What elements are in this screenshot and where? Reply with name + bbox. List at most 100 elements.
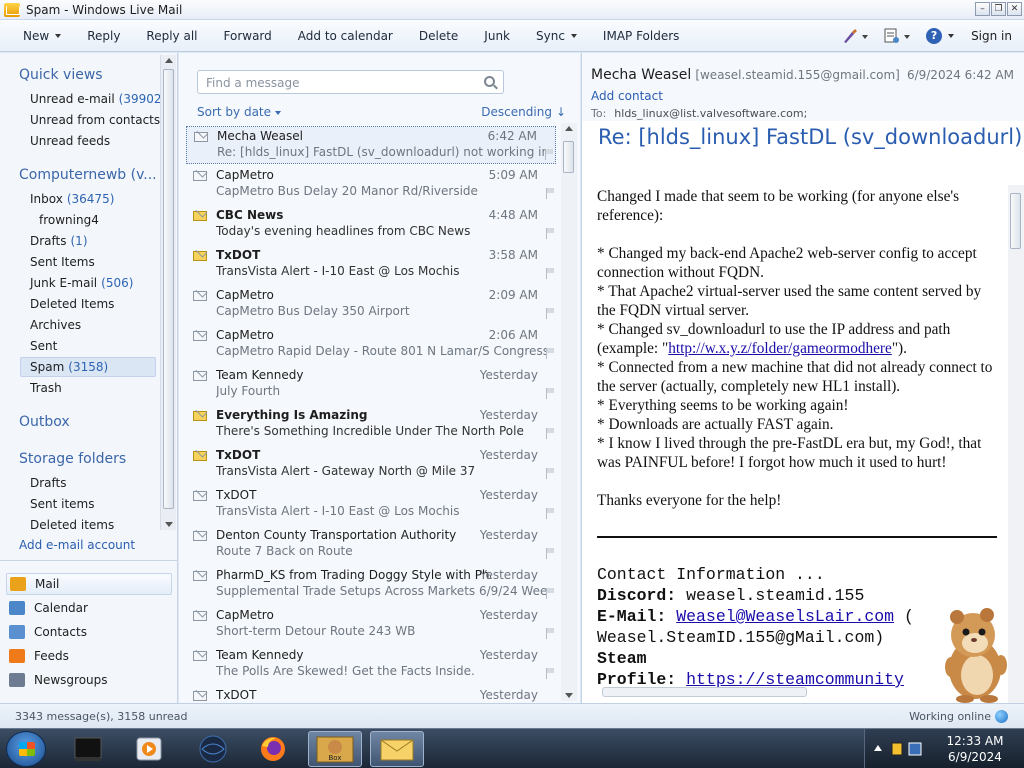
minimize-button[interactable]: – [975, 2, 990, 16]
flag-icon[interactable] [545, 428, 555, 439]
app-newsgroups[interactable]: Newsgroups [6, 669, 172, 691]
reply-button[interactable]: Reply [74, 20, 133, 52]
folder-inbox[interactable]: Inbox (36475) [30, 189, 114, 209]
example-url-link[interactable]: http://w.x.y.z/folder/gameormodhere [668, 340, 892, 357]
storage-folder-drafts[interactable]: Drafts [30, 473, 67, 493]
quick-view-unread-feeds[interactable]: Unread feeds [30, 131, 110, 151]
message-row[interactable]: Mecha Weasel 6:42 AM Re: [hlds_linux] Fa… [186, 126, 556, 164]
horizontal-scrollbar[interactable] [602, 687, 807, 697]
folder-trash[interactable]: Trash [30, 378, 62, 398]
message-row[interactable]: TxDOT Yesterday TransVista Alert - Gatew… [186, 446, 556, 484]
folder-deleted-items[interactable]: Deleted Items [30, 294, 114, 314]
folder-scrollbar[interactable] [160, 55, 176, 530]
storage-folders-header[interactable]: Storage folders [19, 451, 126, 467]
flag-icon[interactable] [545, 348, 555, 359]
app-contacts[interactable]: Contacts [6, 621, 172, 643]
taskbar-app-windows-live-mail[interactable] [370, 731, 424, 767]
search-icon[interactable] [484, 76, 495, 87]
reply-all-button[interactable]: Reply all [133, 20, 210, 52]
add-contact-link[interactable]: Add contact [591, 89, 663, 103]
flag-icon[interactable] [545, 588, 555, 599]
app-calendar[interactable]: Calendar [6, 597, 172, 619]
sync-button[interactable]: Sync [523, 20, 590, 52]
scroll-down-icon[interactable] [565, 693, 573, 698]
message-row[interactable]: Everything Is Amazing Yesterday There's … [186, 406, 556, 444]
flag-icon[interactable] [545, 388, 555, 399]
scroll-down-icon[interactable] [165, 522, 173, 527]
message-row[interactable]: CapMetro Yesterday Short-term Detour Rou… [186, 606, 556, 644]
folder-junk-email[interactable]: Junk E-mail (506) [30, 273, 133, 293]
sort-order-toggle[interactable]: Descending ↓ [481, 105, 566, 119]
app-feeds[interactable]: Feeds [6, 645, 172, 667]
flag-icon[interactable] [544, 149, 554, 160]
scroll-thumb[interactable] [163, 69, 174, 509]
flag-icon[interactable] [545, 508, 555, 519]
recipient-address[interactable]: hlds_linux@list.valvesoftware.com; [614, 107, 807, 120]
scroll-thumb[interactable] [1010, 193, 1021, 249]
folder-spam[interactable]: Spam (3158) [30, 357, 108, 377]
imap-folders-button[interactable]: IMAP Folders [590, 20, 693, 52]
flag-icon[interactable] [545, 548, 555, 559]
email-link[interactable]: Weasel@WeaselsLair.com [676, 607, 894, 626]
message-row[interactable]: TxDOT Yesterday [186, 686, 556, 703]
close-button[interactable]: ✕ [1007, 2, 1022, 16]
message-row[interactable]: TxDOT Yesterday TransVista Alert - I-10 … [186, 486, 556, 524]
flag-icon[interactable] [545, 308, 555, 319]
quick-views-header[interactable]: Quick views [19, 67, 103, 83]
folder-frowning4[interactable]: frowning4 [39, 210, 99, 230]
app-mail[interactable]: Mail [6, 573, 172, 595]
folder-archives[interactable]: Archives [30, 315, 81, 335]
flag-icon[interactable] [545, 628, 555, 639]
sign-in-button[interactable]: Sign in [961, 20, 1024, 52]
taskbar-app-firefox[interactable] [246, 731, 300, 767]
flag-icon[interactable] [545, 268, 555, 279]
sort-by-date-menu[interactable]: Sort by date [197, 105, 282, 119]
folder-sent-items[interactable]: Sent Items [30, 252, 95, 272]
add-email-account-link[interactable]: Add e-mail account [19, 538, 135, 552]
message-row[interactable]: CapMetro 2:09 AM CapMetro Bus Delay 350 … [186, 286, 556, 324]
outbox-header[interactable]: Outbox [19, 414, 70, 430]
flag-icon[interactable] [545, 468, 555, 479]
scroll-up-icon[interactable] [565, 126, 573, 131]
restore-button[interactable]: ❐ [991, 2, 1006, 16]
message-row[interactable]: CapMetro 5:09 AM CapMetro Bus Delay 20 M… [186, 166, 556, 204]
flag-icon[interactable] [545, 188, 555, 199]
quick-view-unread-email[interactable]: Unread e-mail (39902) [30, 89, 166, 109]
taskbar-app-media-player[interactable] [122, 731, 176, 767]
taskbar-app-terminal[interactable] [62, 731, 116, 767]
color-scheme-button[interactable] [835, 20, 877, 52]
new-button[interactable]: New [0, 20, 74, 52]
delete-button[interactable]: Delete [406, 20, 471, 52]
forward-button[interactable]: Forward [211, 20, 285, 52]
message-row[interactable]: Team Kennedy Yesterday July Fourth [186, 366, 556, 404]
show-hidden-icons-icon[interactable] [871, 741, 885, 755]
account-header[interactable]: Computernewb (v... [19, 167, 157, 183]
folder-drafts[interactable]: Drafts (1) [30, 231, 88, 251]
folder-sent[interactable]: Sent [30, 336, 57, 356]
taskbar-app-box[interactable]: Box [308, 731, 362, 767]
quick-view-unread-contacts[interactable]: Unread from contacts [30, 110, 160, 130]
flag-icon[interactable] [545, 228, 555, 239]
message-row[interactable]: TxDOT 3:58 AM TransVista Alert - I-10 Ea… [186, 246, 556, 284]
view-options-button[interactable] [877, 20, 919, 52]
search-input[interactable]: Find a message [206, 76, 300, 90]
hamster-mascot-icon[interactable] [935, 605, 1013, 703]
connection-status[interactable]: Working online [909, 710, 1008, 723]
storage-folder-sent-items[interactable]: Sent items [30, 494, 95, 514]
start-button[interactable] [6, 731, 46, 767]
message-row[interactable]: Team Kennedy Yesterday The Polls Are Ske… [186, 646, 556, 684]
message-row[interactable]: CBC News 4:48 AM Today's evening headlin… [186, 206, 556, 244]
taskbar-app-globe[interactable] [186, 731, 240, 767]
message-row[interactable]: CapMetro 2:06 AM CapMetro Rapid Delay - … [186, 326, 556, 364]
junk-button[interactable]: Junk [471, 20, 523, 52]
search-box[interactable]: Find a message [197, 70, 504, 94]
add-to-calendar-button[interactable]: Add to calendar [285, 20, 406, 52]
scroll-thumb[interactable] [563, 141, 574, 173]
message-row[interactable]: Denton County Transportation Authority Y… [186, 526, 556, 564]
storage-folder-deleted-items[interactable]: Deleted items [30, 515, 114, 535]
clock[interactable]: 12:33 AM 6/9/2024 [925, 733, 1024, 765]
scroll-up-icon[interactable] [165, 58, 173, 63]
volume-icon[interactable] [907, 739, 925, 759]
message-list-scrollbar[interactable] [561, 123, 577, 701]
message-row[interactable]: PharmD_KS from Trading Doggy Style with … [186, 566, 556, 604]
